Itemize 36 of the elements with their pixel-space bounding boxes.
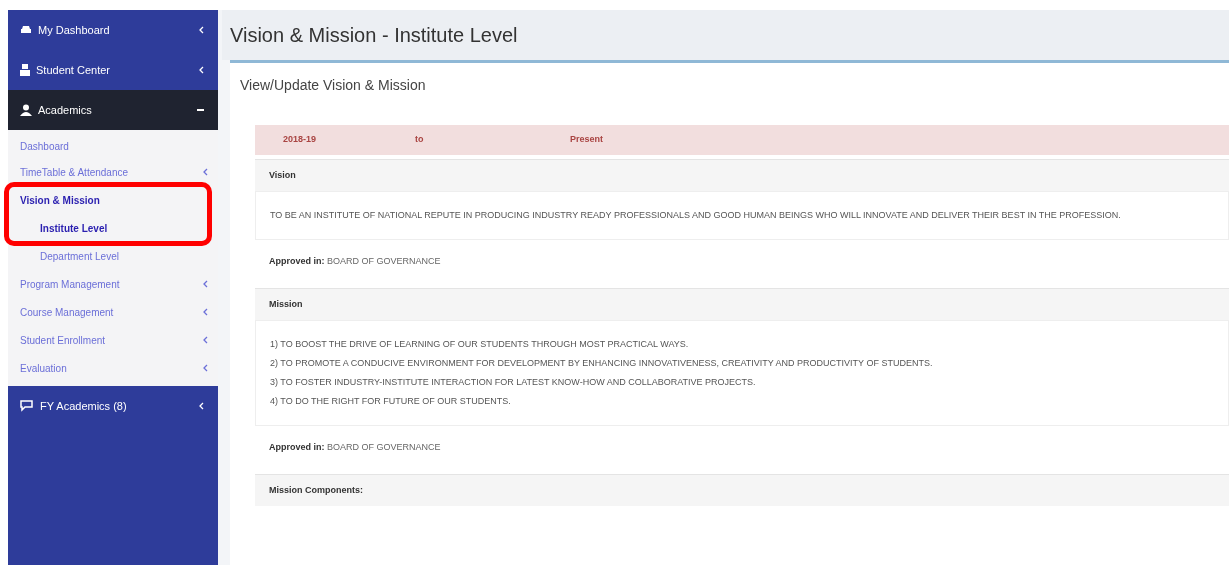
section-heading: Vision [255,159,1229,191]
page-title: Vision & Mission - Institute Level [230,23,518,48]
chevron-left-icon [203,364,208,372]
period-text: Present [570,133,604,147]
chevron-left-icon [199,26,204,34]
chevron-left-icon [199,66,204,74]
chevron-left-icon [203,336,208,344]
submenu-item[interactable]: Student Enrollment [8,326,218,354]
section-heading: Mission [255,288,1229,320]
submenu-item[interactable]: TimeTable & Attendance [8,158,218,186]
submenu-item[interactable]: Department Level [8,242,218,270]
chevron-left-icon [203,280,208,288]
submenu-item[interactable]: Program Management [8,270,218,298]
submenu-item[interactable]: Institute Level [8,214,218,242]
chevron-left-icon [203,168,208,176]
submenu-item[interactable]: Dashboard [8,134,218,158]
period-text: 2018-19 [282,133,318,147]
body-text: TO BE AN INSTITUTE OF NATIONAL REPUTE IN PRODUCING INDUSTRY READY PROFESSIONALS AND GOOD HUMAN BEINGS WHO WILL INNOVATE AND DELIVER THEIR BEST IN THE PROFESSION. [270,209,1122,222]
submenu-item[interactable]: Evaluation [8,354,218,382]
chevron-left-icon [203,308,208,316]
body-text: 3) TO FOSTER INDUSTRY-INSTITUTE INTERACTION FOR LATEST KNOW-HOW AND COLLABORATIVE PROJECTS. [270,376,757,389]
user-icon [20,104,32,116]
sidebar-item[interactable]: Academics [8,90,218,130]
approval-text: Approved in: BOARD OF GOVERNANCE [269,441,441,455]
body-text: 2) TO PROMOTE A CONDUCIVE ENVIRONMENT FOR DEVELOPMENT BY ENHANCING INNOVATIVENESS, CREATIVITY AND PRODUCTIVITY OF STUDENTS. [270,357,934,370]
submenu-item[interactable]: Course Management [8,298,218,326]
card-subtitle: View/Update Vision & Mission [240,77,426,93]
approval-text: Approved in: BOARD OF GOVERNANCE [269,255,441,269]
minus-icon [197,109,204,111]
body-text: 4) TO DO THE RIGHT FOR FUTURE OF OUR STUDENTS. [270,395,512,408]
chat-icon [20,400,34,412]
section-heading: Mission Components: [255,474,1229,506]
submenu-item[interactable]: Vision & Mission [8,186,218,214]
body-text: 1) TO BOOST THE DRIVE OF LEARNING OF OUR STUDENTS THROUGH MOST PRACTICAL WAYS. [270,338,690,351]
period-text: to [415,133,425,147]
chevron-left-icon [199,402,204,410]
